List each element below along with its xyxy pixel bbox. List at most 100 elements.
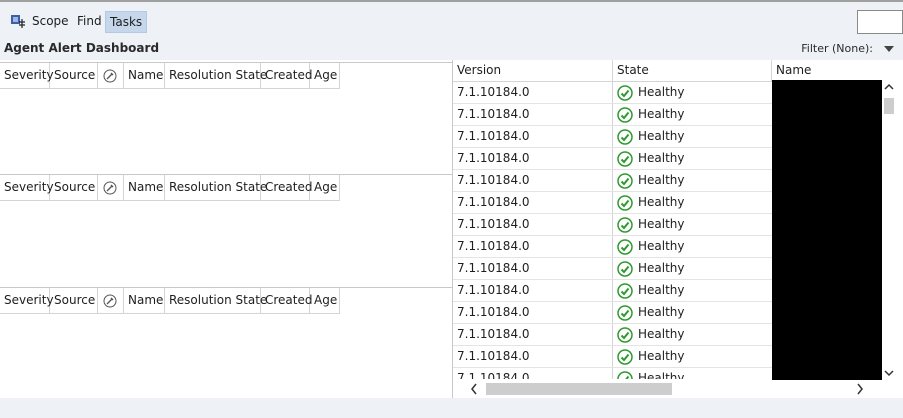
column-icon[interactable] bbox=[98, 63, 124, 88]
status-bar bbox=[0, 398, 903, 418]
column-version[interactable]: Version bbox=[453, 60, 613, 81]
table-row[interactable]: 7.1.10184.0 Healthy bbox=[453, 368, 772, 379]
horizontal-scrollbar[interactable] bbox=[453, 380, 883, 398]
column-name[interactable]: Name bbox=[124, 63, 165, 88]
state-label: Healthy bbox=[638, 129, 685, 143]
version-cell: 7.1.10184.0 bbox=[453, 302, 613, 323]
table-row[interactable]: 7.1.10184.0 Healthy bbox=[453, 302, 772, 324]
state-label: Healthy bbox=[638, 173, 685, 187]
column-severity[interactable]: Severity bbox=[0, 175, 54, 200]
version-cell: 7.1.10184.0 bbox=[453, 148, 613, 169]
alert-grid-1: Severity Source Name Resolution State Cr… bbox=[0, 62, 452, 173]
version-cell: 7.1.10184.0 bbox=[453, 324, 613, 345]
column-severity[interactable]: Severity bbox=[0, 63, 54, 88]
filter-label[interactable]: Filter (None): bbox=[801, 42, 873, 55]
grid-header: Version State Name bbox=[453, 60, 883, 82]
horizontal-scroll-thumb[interactable] bbox=[486, 383, 672, 395]
version-cell: 7.1.10184.0 bbox=[453, 236, 613, 257]
state-label: Healthy bbox=[638, 239, 685, 253]
version-cell: 7.1.10184.0 bbox=[453, 192, 613, 213]
column-name[interactable]: Name bbox=[772, 60, 883, 81]
scope-button[interactable]: Scope bbox=[28, 10, 73, 32]
table-row[interactable]: 7.1.10184.0 Healthy bbox=[453, 170, 772, 192]
column-source[interactable]: Source bbox=[50, 288, 98, 313]
state-cell: Healthy bbox=[613, 368, 772, 379]
state-label: Healthy bbox=[638, 349, 685, 363]
table-row[interactable]: 7.1.10184.0 Healthy bbox=[453, 214, 772, 236]
state-label: Healthy bbox=[638, 283, 685, 297]
column-name[interactable]: Name bbox=[124, 175, 165, 200]
state-label: Healthy bbox=[638, 195, 685, 209]
table-row[interactable]: 7.1.10184.0 Healthy bbox=[453, 236, 772, 258]
column-created[interactable]: Created bbox=[261, 175, 313, 200]
chevron-up-icon[interactable] bbox=[884, 82, 894, 92]
alert-grid-3: Severity Source Name Resolution State Cr… bbox=[0, 287, 452, 399]
table-row[interactable]: 7.1.10184.0 Healthy bbox=[453, 280, 772, 302]
chevron-down-icon[interactable] bbox=[884, 46, 894, 52]
column-icon[interactable] bbox=[98, 175, 124, 200]
vertical-scrollbar[interactable] bbox=[882, 80, 896, 380]
check-circle-icon bbox=[617, 304, 633, 321]
table-row[interactable]: 7.1.10184.0 Healthy bbox=[453, 82, 772, 104]
version-cell: 7.1.10184.0 bbox=[453, 280, 613, 301]
column-created[interactable]: Created bbox=[261, 63, 313, 88]
table-row[interactable]: 7.1.10184.0 Healthy bbox=[453, 258, 772, 280]
column-state[interactable]: State bbox=[613, 60, 772, 81]
column-created[interactable]: Created bbox=[261, 288, 313, 313]
check-circle-icon bbox=[617, 128, 633, 145]
table-row[interactable]: 7.1.10184.0 Healthy bbox=[453, 346, 772, 368]
state-cell: Healthy bbox=[613, 126, 772, 147]
column-resolution-state[interactable]: Resolution State bbox=[165, 288, 267, 313]
check-circle-icon bbox=[617, 260, 633, 277]
column-age[interactable]: Age bbox=[310, 288, 340, 313]
wrench-icon bbox=[103, 294, 117, 307]
column-age[interactable]: Age bbox=[310, 63, 340, 88]
search-input[interactable] bbox=[857, 10, 903, 34]
state-cell: Healthy bbox=[613, 280, 772, 301]
state-label: Healthy bbox=[638, 371, 685, 379]
page-title: Agent Alert Dashboard bbox=[4, 41, 160, 55]
find-button[interactable]: Find bbox=[73, 10, 106, 32]
wrench-icon bbox=[103, 181, 117, 194]
column-icon[interactable] bbox=[98, 288, 124, 313]
column-resolution-state[interactable]: Resolution State bbox=[165, 175, 267, 200]
scope-icon[interactable] bbox=[10, 13, 26, 29]
check-circle-icon bbox=[617, 216, 633, 233]
check-circle-icon bbox=[617, 150, 633, 167]
state-cell: Healthy bbox=[613, 148, 772, 169]
column-resolution-state[interactable]: Resolution State bbox=[165, 63, 267, 88]
table-row[interactable]: 7.1.10184.0 Healthy bbox=[453, 148, 772, 170]
version-cell: 7.1.10184.0 bbox=[453, 104, 613, 125]
state-cell: Healthy bbox=[613, 82, 772, 103]
version-cell: 7.1.10184.0 bbox=[453, 346, 613, 367]
chevron-left-icon[interactable] bbox=[469, 381, 479, 397]
grid-header: Severity Source Name Resolution State Cr… bbox=[0, 288, 340, 314]
vertical-scroll-thumb[interactable] bbox=[884, 98, 894, 114]
state-cell: Healthy bbox=[613, 192, 772, 213]
tasks-button[interactable]: Tasks bbox=[105, 11, 148, 33]
version-cell: 7.1.10184.0 bbox=[453, 170, 613, 191]
chevron-right-icon[interactable] bbox=[855, 381, 865, 397]
check-circle-icon bbox=[617, 84, 633, 101]
column-severity[interactable]: Severity bbox=[0, 288, 54, 313]
version-cell: 7.1.10184.0 bbox=[453, 258, 613, 279]
check-circle-icon bbox=[617, 348, 633, 365]
table-row[interactable]: 7.1.10184.0 Healthy bbox=[453, 126, 772, 148]
dashboard-header: Agent Alert Dashboard Filter (None): bbox=[0, 38, 903, 60]
check-circle-icon bbox=[617, 282, 633, 299]
column-source[interactable]: Source bbox=[50, 63, 98, 88]
table-row[interactable]: 7.1.10184.0 Healthy bbox=[453, 192, 772, 214]
table-row[interactable]: 7.1.10184.0 Healthy bbox=[453, 104, 772, 126]
state-label: Healthy bbox=[638, 305, 685, 319]
state-cell: Healthy bbox=[613, 236, 772, 257]
version-cell: 7.1.10184.0 bbox=[453, 126, 613, 147]
state-label: Healthy bbox=[638, 151, 685, 165]
column-name[interactable]: Name bbox=[124, 288, 165, 313]
chevron-down-icon[interactable] bbox=[884, 368, 894, 378]
state-label: Healthy bbox=[638, 327, 685, 341]
column-age[interactable]: Age bbox=[310, 175, 340, 200]
table-row[interactable]: 7.1.10184.0 Healthy bbox=[453, 324, 772, 346]
column-source[interactable]: Source bbox=[50, 175, 98, 200]
agent-state-grid: Version State Name 7.1.10184.0 Healthy 7.1… bbox=[453, 60, 903, 398]
redacted-name-column bbox=[772, 80, 882, 380]
